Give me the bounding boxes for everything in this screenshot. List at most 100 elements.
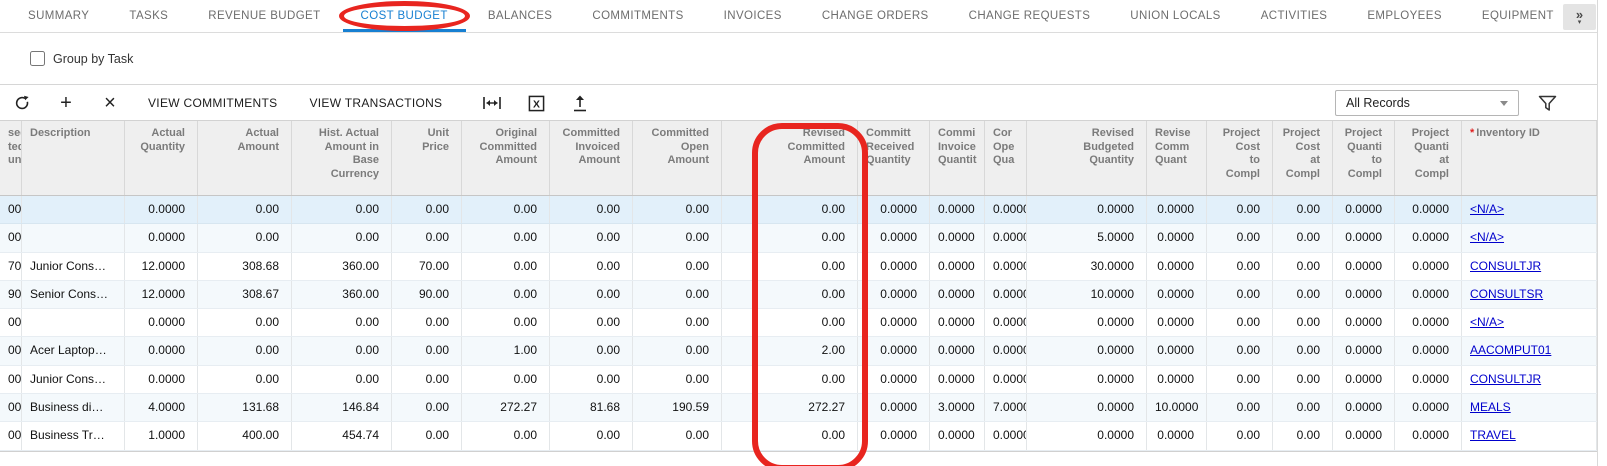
- cell-revised-committed-quantity[interactable]: 0.0000: [1147, 337, 1207, 364]
- cell-projected-cost-to-complete[interactable]: 0.00: [1207, 422, 1273, 449]
- view-transactions-button[interactable]: VIEW TRANSACTIONS: [293, 96, 458, 110]
- inventory-id-link[interactable]: CONSULTJR: [1470, 259, 1541, 273]
- cell-revised-budgeted-quantity[interactable]: 5.0000: [1027, 224, 1147, 251]
- tab-activities[interactable]: ACTIVITIES: [1243, 0, 1346, 32]
- cell-actual-amount[interactable]: 0.00: [198, 337, 292, 364]
- cell-original-committed-amount[interactable]: 0.00: [462, 224, 550, 251]
- cell-committed-invoiced-quantity[interactable]: 0.0000: [930, 253, 985, 280]
- cell-revised-budgeted-amount-clipped[interactable]: 00: [0, 196, 22, 223]
- cell-committed-invoiced-quantity[interactable]: 0.0000: [930, 337, 985, 364]
- cell-actual-quantity[interactable]: 12.0000: [125, 281, 198, 308]
- tab-cost-budget[interactable]: COST BUDGET: [343, 0, 466, 32]
- column-header-projected-quantity-to-complete[interactable]: Project Quanti to Compl: [1333, 121, 1395, 195]
- cell-projected-quantity-at-completion[interactable]: 0.0000: [1395, 422, 1462, 449]
- cell-hist-actual-amount-in-base-currency[interactable]: 360.00: [292, 253, 392, 280]
- refresh-button[interactable]: [0, 88, 44, 118]
- cell-actual-amount[interactable]: 400.00: [198, 422, 292, 449]
- cell-projected-cost-at-completion[interactable]: 0.00: [1273, 422, 1333, 449]
- cell-committed-open-amount[interactable]: 0.00: [633, 422, 722, 449]
- cell-description[interactable]: Senior Cons…: [22, 281, 125, 308]
- cell-revised-committed-quantity[interactable]: 0.0000: [1147, 366, 1207, 393]
- cell-projected-quantity-to-complete[interactable]: 0.0000: [1333, 422, 1395, 449]
- cell-revised-budgeted-quantity[interactable]: 0.0000: [1027, 309, 1147, 336]
- cell-committed-invoiced-amount[interactable]: 0.00: [550, 366, 633, 393]
- cell-committed-open-quantity[interactable]: 7.0000: [985, 394, 1027, 421]
- cell-inventory-id[interactable]: <N/A>: [1462, 196, 1597, 223]
- tab-employees[interactable]: EMPLOYEES: [1349, 0, 1460, 32]
- column-header-committed-open-quantity[interactable]: Cor Ope Qua: [985, 121, 1027, 195]
- cell-projected-cost-to-complete[interactable]: 0.00: [1207, 281, 1273, 308]
- column-header-committed-invoiced-amount[interactable]: Committed Invoiced Amount: [550, 121, 633, 195]
- cell-revised-committed-amount[interactable]: 272.27: [722, 394, 858, 421]
- cell-committed-invoiced-quantity[interactable]: 0.0000: [930, 196, 985, 223]
- cell-actual-amount[interactable]: 0.00: [198, 309, 292, 336]
- cell-actual-quantity[interactable]: 0.0000: [125, 309, 198, 336]
- cell-revised-budgeted-quantity[interactable]: 0.0000: [1027, 196, 1147, 223]
- cell-committed-open-quantity[interactable]: 0.0000: [985, 422, 1027, 449]
- export-button[interactable]: [558, 88, 602, 118]
- cell-projected-quantity-at-completion[interactable]: 0.0000: [1395, 309, 1462, 336]
- column-header-description[interactable]: Description: [22, 121, 125, 195]
- cell-inventory-id[interactable]: MEALS: [1462, 394, 1597, 421]
- table-row[interactable]: 000.00000.000.000.000.000.000.000.000.00…: [0, 224, 1597, 252]
- cell-unit-price[interactable]: 0.00: [392, 309, 462, 336]
- column-header-revised-budgeted-amount-clipped[interactable]: sed ted unt: [0, 121, 22, 195]
- cell-committed-open-amount[interactable]: 0.00: [633, 309, 722, 336]
- table-row[interactable]: 00Acer Laptop…0.00000.000.000.001.000.00…: [0, 337, 1597, 365]
- cell-projected-cost-at-completion[interactable]: 0.00: [1273, 196, 1333, 223]
- cell-projected-quantity-to-complete[interactable]: 0.0000: [1333, 337, 1395, 364]
- cell-projected-cost-at-completion[interactable]: 0.00: [1273, 281, 1333, 308]
- cell-projected-quantity-to-complete[interactable]: 0.0000: [1333, 196, 1395, 223]
- cell-actual-quantity[interactable]: 12.0000: [125, 253, 198, 280]
- cell-revised-committed-quantity[interactable]: 0.0000: [1147, 196, 1207, 223]
- cell-description[interactable]: Acer Laptop…: [22, 337, 125, 364]
- delete-row-button[interactable]: ×: [88, 88, 132, 118]
- cell-committed-invoiced-amount[interactable]: 81.68: [550, 394, 633, 421]
- cell-revised-committed-quantity[interactable]: 0.0000: [1147, 422, 1207, 449]
- column-header-projected-quantity-at-completion[interactable]: Project Quanti at Compl: [1395, 121, 1462, 195]
- cell-revised-committed-quantity[interactable]: 0.0000: [1147, 224, 1207, 251]
- column-header-committed-invoiced-quantity[interactable]: Commi Invoice Quantit: [930, 121, 985, 195]
- inventory-id-link[interactable]: CONSULTJR: [1470, 372, 1541, 386]
- cell-projected-quantity-to-complete[interactable]: 0.0000: [1333, 224, 1395, 251]
- tab-invoices[interactable]: INVOICES: [706, 0, 800, 32]
- cell-hist-actual-amount-in-base-currency[interactable]: 360.00: [292, 281, 392, 308]
- cell-projected-quantity-at-completion[interactable]: 0.0000: [1395, 224, 1462, 251]
- cell-original-committed-amount[interactable]: 0.00: [462, 422, 550, 449]
- cell-actual-amount[interactable]: 308.68: [198, 253, 292, 280]
- cell-projected-cost-to-complete[interactable]: 0.00: [1207, 394, 1273, 421]
- cell-projected-cost-at-completion[interactable]: 0.00: [1273, 394, 1333, 421]
- cell-hist-actual-amount-in-base-currency[interactable]: 0.00: [292, 196, 392, 223]
- cell-original-committed-amount[interactable]: 0.00: [462, 196, 550, 223]
- column-header-hist-actual-amount-in-base-currency[interactable]: Hist. Actual Amount in Base Currency: [292, 121, 392, 195]
- cell-actual-quantity[interactable]: 1.0000: [125, 422, 198, 449]
- cell-inventory-id[interactable]: CONSULTJR: [1462, 366, 1597, 393]
- cell-revised-committed-amount[interactable]: 0.00: [722, 366, 858, 393]
- cell-original-committed-amount[interactable]: 0.00: [462, 309, 550, 336]
- cell-revised-committed-amount[interactable]: 0.00: [722, 253, 858, 280]
- export-to-excel-button[interactable]: X: [514, 88, 558, 118]
- cell-committed-received-quantity[interactable]: 0.0000: [858, 394, 930, 421]
- cell-committed-received-quantity[interactable]: 0.0000: [858, 309, 930, 336]
- cell-projected-quantity-to-complete[interactable]: 0.0000: [1333, 366, 1395, 393]
- column-header-actual-quantity[interactable]: Actual Quantity: [125, 121, 198, 195]
- inventory-id-link[interactable]: <N/A>: [1470, 230, 1504, 244]
- cell-committed-invoiced-quantity[interactable]: 0.0000: [930, 281, 985, 308]
- cell-actual-quantity[interactable]: 0.0000: [125, 337, 198, 364]
- cell-projected-cost-at-completion[interactable]: 0.00: [1273, 253, 1333, 280]
- cell-projected-quantity-to-complete[interactable]: 0.0000: [1333, 309, 1395, 336]
- cell-revised-budgeted-amount-clipped[interactable]: 00: [0, 366, 22, 393]
- cell-committed-received-quantity[interactable]: 0.0000: [858, 196, 930, 223]
- group-by-task-checkbox[interactable]: [30, 51, 45, 66]
- cell-projected-quantity-at-completion[interactable]: 0.0000: [1395, 196, 1462, 223]
- cell-description[interactable]: [22, 224, 125, 251]
- cell-description[interactable]: Business Tr…: [22, 422, 125, 449]
- column-header-committed-received-quantity[interactable]: Committ Received Quantity: [858, 121, 930, 195]
- column-header-projected-cost-at-completion[interactable]: Project Cost at Compl: [1273, 121, 1333, 195]
- cell-committed-invoiced-amount[interactable]: 0.00: [550, 337, 633, 364]
- cell-actual-quantity[interactable]: 0.0000: [125, 224, 198, 251]
- cell-revised-budgeted-quantity[interactable]: 30.0000: [1027, 253, 1147, 280]
- tab-tasks[interactable]: TASKS: [111, 0, 186, 32]
- tab-balances[interactable]: BALANCES: [470, 0, 571, 32]
- table-row[interactable]: 000.00000.000.000.000.000.000.000.000.00…: [0, 196, 1597, 224]
